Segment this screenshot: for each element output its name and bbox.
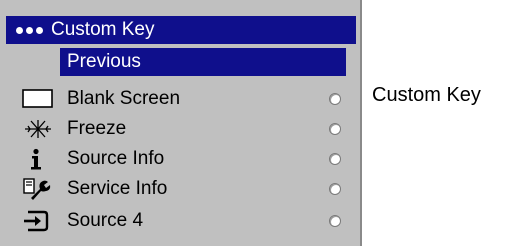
menu-item-source-info[interactable]: Source Info — [0, 144, 360, 174]
radio-button-freeze[interactable] — [329, 123, 341, 135]
menu-title: Custom Key — [51, 19, 155, 40]
info-icon — [22, 148, 54, 170]
menu-item-label: Service Info — [67, 178, 168, 199]
radio-button-blank-screen[interactable] — [329, 93, 341, 105]
menu-item-source-4[interactable]: Source 4 — [0, 206, 360, 236]
freeze-icon — [22, 118, 54, 140]
source-input-icon — [22, 210, 54, 232]
menu-level-dots-icon — [16, 26, 43, 34]
menu-item-previous[interactable]: Previous — [60, 48, 346, 76]
radio-button-source-4[interactable] — [329, 215, 341, 227]
radio-button-service-info[interactable] — [329, 183, 341, 195]
radio-button-source-info[interactable] — [329, 153, 341, 165]
wrench-icon — [22, 178, 54, 200]
menu-item-label: Blank Screen — [67, 88, 181, 109]
custom-key-caption: Custom Key — [372, 84, 481, 106]
blank-screen-icon — [22, 88, 54, 110]
custom-key-screen: Custom Key Previous Blank Screen Freeze … — [0, 0, 514, 246]
menu-header: Custom Key — [6, 16, 356, 44]
menu-item-service-info[interactable]: Service Info — [0, 174, 360, 204]
menu-item-freeze[interactable]: Freeze — [0, 114, 360, 144]
menu-item-blank-screen[interactable]: Blank Screen — [0, 84, 360, 114]
menu-item-label: Freeze — [67, 118, 127, 139]
menu-panel: Custom Key Previous Blank Screen Freeze … — [0, 0, 362, 246]
menu-item-label: Source 4 — [67, 210, 144, 231]
menu-item-label: Source Info — [67, 148, 165, 169]
